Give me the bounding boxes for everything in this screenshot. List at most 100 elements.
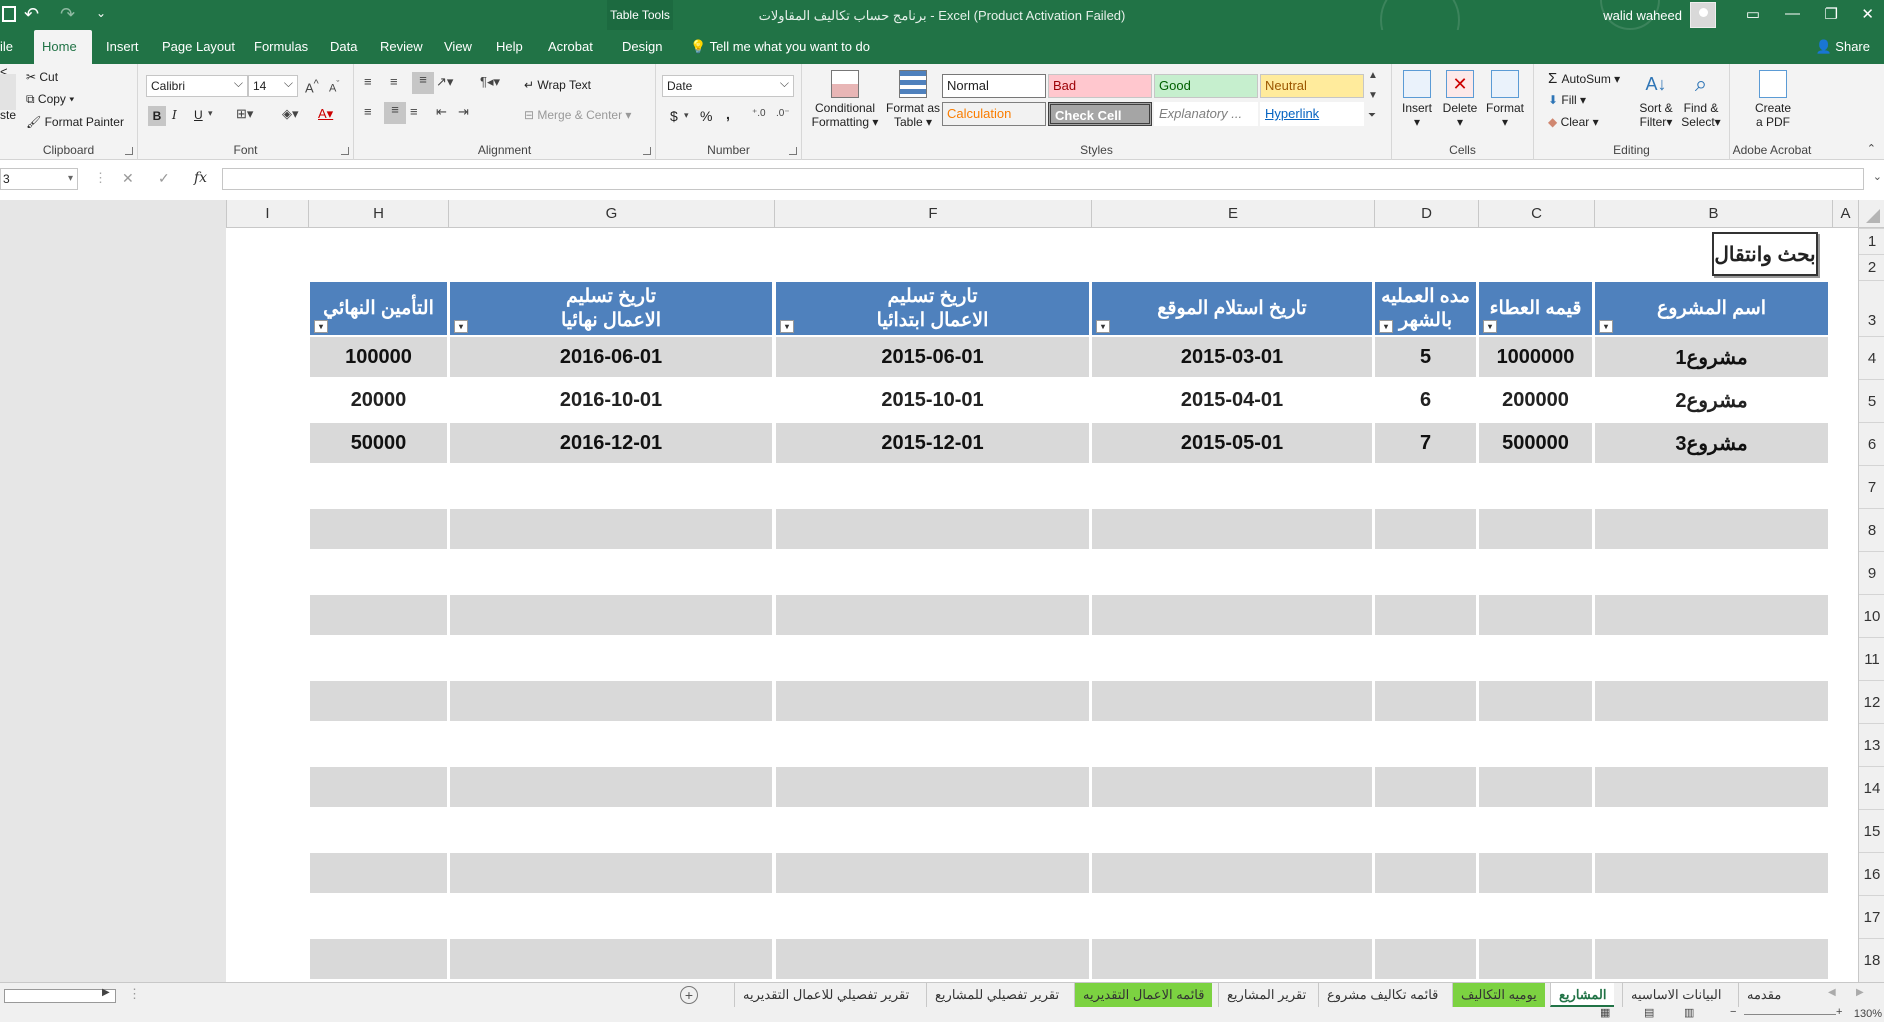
table-cell[interactable]: مشروع3 [1595,423,1828,463]
tab-data[interactable]: Data [322,30,365,64]
align-right-icon[interactable]: ≡ [410,104,418,119]
empty-table-cell[interactable] [450,681,772,721]
table-cell[interactable]: 2016-12-01 [450,423,772,463]
tell-me-search[interactable]: 💡 Tell me what you want to do [690,30,870,64]
empty-table-cell[interactable] [1375,595,1476,635]
style-neutral[interactable]: Neutral [1260,74,1364,98]
row-header[interactable]: 13 [1859,723,1884,766]
empty-table-cell[interactable] [776,767,1089,807]
collapse-ribbon-icon[interactable]: ⌃ [1867,142,1876,155]
horizontal-scrollbar[interactable] [4,989,116,1003]
chevron-down-icon[interactable]: ▾ [208,108,213,119]
tab-file[interactable]: ile [0,30,21,64]
sheet-tab[interactable]: البيانات الاساسيه [1622,983,1729,1007]
row-header[interactable]: 7 [1859,465,1884,508]
delete-cells-button[interactable]: ✕ Delete ▾ [1438,70,1482,129]
user-name[interactable]: walid waheed [1603,8,1682,23]
style-bad[interactable]: Bad [1048,74,1152,98]
empty-table-cell[interactable] [1595,767,1828,807]
format-as-table-button[interactable]: Format as Table ▾ [882,70,944,129]
empty-table-cell[interactable] [1595,509,1828,549]
close-icon[interactable]: ✕ [1861,5,1874,23]
currency-button[interactable]: $ [670,108,678,124]
table-cell[interactable]: 200000 [1479,380,1592,420]
header-final-delivery-date[interactable]: تاريخ تسليم الاعمال نهائيا ▾ [450,282,772,335]
font-size-select[interactable]: 14 [248,73,298,97]
increase-indent-icon[interactable]: ⇥ [458,104,469,120]
empty-table-cell[interactable] [450,853,772,893]
orientation-icon[interactable]: ↗▾ [436,74,453,90]
zoom-level[interactable]: 130% [1854,1008,1882,1020]
table-cell[interactable]: 6 [1375,380,1476,420]
style-hyperlink[interactable]: Hyperlink [1260,102,1364,126]
italic-button[interactable]: I [172,108,177,122]
empty-table-cell[interactable] [1479,509,1592,549]
empty-table-cell[interactable] [1595,939,1828,979]
underline-button[interactable]: U [194,108,203,122]
decrease-decimal-icon[interactable]: .0⁻ [776,108,790,119]
empty-table-cell[interactable] [1479,767,1592,807]
align-center-icon[interactable]: ≡ [384,102,406,124]
table-cell[interactable]: 2015-04-01 [1092,380,1372,420]
empty-table-cell[interactable] [1479,681,1592,721]
table-cell[interactable]: 500000 [1479,423,1592,463]
empty-table-cell[interactable] [310,767,447,807]
empty-table-cell[interactable] [776,595,1089,635]
row-header[interactable]: 17 [1859,895,1884,938]
table-cell[interactable]: 2016-06-01 [450,337,772,377]
empty-table-cell[interactable] [450,939,772,979]
empty-table-cell[interactable] [450,767,772,807]
header-project-name[interactable]: اسم المشروع ▾ [1595,282,1828,335]
cut-button[interactable]: ✂ Cut [26,70,58,84]
tab-home[interactable]: Home [34,30,92,64]
style-normal[interactable]: Normal [942,74,1046,98]
empty-table-cell[interactable] [1479,595,1592,635]
sort-filter-button[interactable]: A↓ Sort & Filter▾ [1634,70,1678,129]
filter-dropdown-icon[interactable]: ▾ [1483,320,1497,333]
scroll-tabs-right-icon[interactable]: ▶ [1856,987,1864,998]
clear-button[interactable]: ◆ Clear ▾ [1548,115,1599,129]
tab-formulas[interactable]: Formulas [246,30,316,64]
empty-table-cell[interactable] [1375,681,1476,721]
splitter-icon[interactable]: ⋮ [128,986,141,1002]
table-cell[interactable]: 7 [1375,423,1476,463]
header-site-receipt-date[interactable]: تاريخ استلام الموقع ▾ [1092,282,1372,335]
font-color-icon[interactable]: A▾ [318,106,333,122]
empty-table-cell[interactable] [310,509,447,549]
table-cell[interactable]: 50000 [310,423,447,463]
align-bottom-icon[interactable]: ≡ [412,72,434,94]
filter-dropdown-icon[interactable]: ▾ [454,320,468,333]
paste-icon[interactable] [0,74,16,110]
empty-table-cell[interactable] [1375,509,1476,549]
row-header[interactable]: 9 [1859,551,1884,594]
row-header[interactable]: 2 [1859,254,1884,280]
cancel-icon[interactable]: ✕ [122,170,134,187]
style-good[interactable]: Good [1154,74,1258,98]
decrease-indent-icon[interactable]: ⇤ [436,104,447,120]
empty-table-cell[interactable] [1595,853,1828,893]
empty-table-cell[interactable] [310,853,447,893]
share-button[interactable]: 👤 Share [1815,30,1870,64]
align-left-icon[interactable]: ≡ [364,104,372,119]
table-cell[interactable]: مشروع2 [1595,380,1828,420]
minimize-icon[interactable]: — [1785,5,1800,22]
empty-table-cell[interactable] [1092,767,1372,807]
autosum-button[interactable]: Σ AutoSum ▾ [1548,70,1620,87]
table-cell[interactable]: 2015-12-01 [776,423,1089,463]
sheet-tab-active[interactable]: المشاريع [1550,983,1615,1007]
grow-font-icon[interactable]: A^ [305,78,319,95]
page-layout-view-icon[interactable]: ▤ [1644,1006,1654,1019]
alignment-launcher-icon[interactable] [643,147,651,155]
empty-table-cell[interactable] [1595,681,1828,721]
column-header-f[interactable]: F [774,200,1091,228]
tab-help[interactable]: Help [488,30,531,64]
paste-button[interactable]: ste [0,108,16,122]
row-header[interactable]: 15 [1859,809,1884,852]
zoom-in-icon[interactable]: + [1836,1006,1842,1018]
empty-table-cell[interactable] [1375,939,1476,979]
styles-more-icon[interactable]: ⏷ [1368,110,1376,121]
empty-table-cell[interactable] [1092,595,1372,635]
empty-table-cell[interactable] [1595,595,1828,635]
column-header-b[interactable]: B [1594,200,1832,228]
row-header[interactable]: 1 [1859,228,1884,254]
